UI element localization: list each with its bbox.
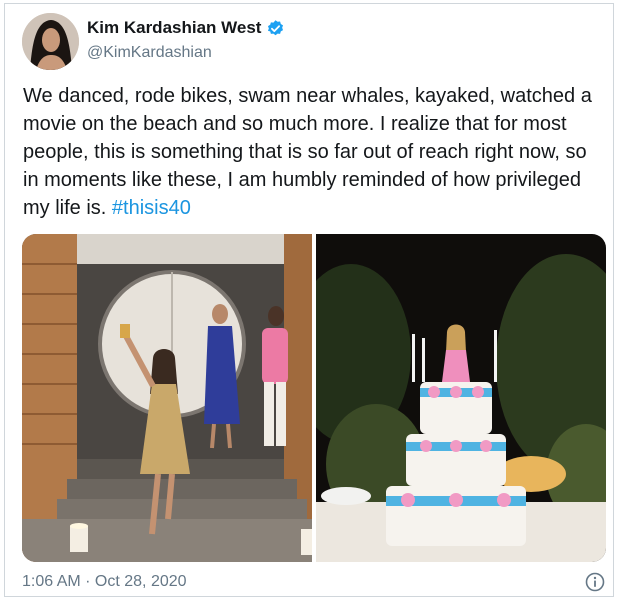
photo-birthday-cake[interactable] [316,234,606,562]
tweet-text: We danced, rode bikes, swam near whales,… [23,82,603,222]
tweet-card: Kim Kardashian West @KimKardashian We da… [4,3,614,597]
display-name-row[interactable]: Kim Kardashian West [87,18,285,38]
avatar[interactable] [22,13,79,70]
photo-party-entrance[interactable] [22,234,312,562]
info-icon[interactable] [585,572,605,592]
verified-badge-icon [268,19,284,35]
handle[interactable]: @KimKardashian [87,44,212,62]
media-grid [22,234,606,562]
tweet-body: We danced, rode bikes, swam near whales,… [23,85,592,219]
hashtag-link[interactable]: #thisis40 [112,197,191,219]
display-name[interactable]: Kim Kardashian West [87,18,261,38]
timestamp[interactable]: 1:06 AM · Oct 28, 2020 [22,573,187,591]
